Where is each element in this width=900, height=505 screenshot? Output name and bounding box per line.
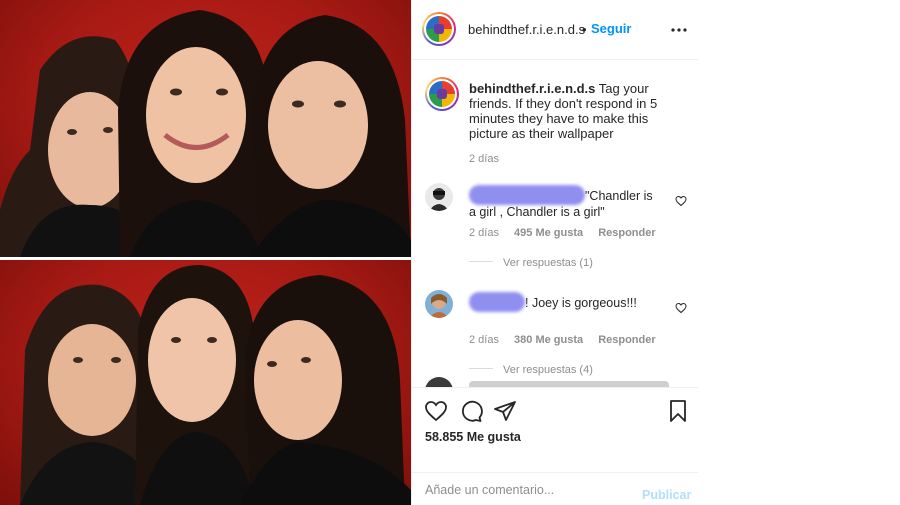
post-actions: 58.855 Me gusta [411, 387, 698, 473]
post-sidebar: behindthef.r.i.e.n.d.s • Seguir behindth… [411, 0, 698, 505]
caption-username[interactable]: behindthef.r.i.e.n.d.s [469, 81, 595, 96]
author-username[interactable]: behindthef.r.i.e.n.d.s [468, 22, 585, 37]
author-avatar[interactable] [422, 12, 456, 46]
add-comment-bar: Publicar [411, 472, 698, 505]
more-horizontal-icon[interactable] [669, 20, 689, 40]
reply-button[interactable]: Responder [598, 334, 655, 346]
view-replies-label: Ver respuestas (1) [503, 257, 593, 269]
comment-meta: 2 días 495 Me gusta Responder [469, 227, 668, 239]
follow-button[interactable]: Seguir [591, 21, 631, 36]
like-heart-icon[interactable] [424, 399, 448, 423]
comment-body: "Chandler is a girl , Chandler is a girl… [469, 185, 659, 220]
caption-timestamp[interactable]: 2 días [469, 153, 499, 165]
comment-item: "Chandler is a girl , Chandler is a girl… [425, 183, 690, 269]
view-replies-label: Ver respuestas (4) [503, 364, 593, 376]
replies-divider-line [469, 368, 493, 369]
comment-like-count[interactable]: 380 Me gusta [514, 334, 583, 346]
comment-timestamp[interactable]: 2 días [469, 227, 499, 239]
comment-timestamp[interactable]: 2 días [469, 334, 499, 346]
post-like-count[interactable]: 58.855 Me gusta [425, 430, 521, 444]
commenter-avatar[interactable] [425, 183, 453, 211]
post-header: behindthef.r.i.e.n.d.s • Seguir [411, 0, 698, 60]
comment-text: ! Joey is gorgeous!!! [525, 296, 637, 310]
view-replies-button[interactable]: Ver respuestas (1) [469, 257, 593, 269]
photo-panel-bottom [0, 260, 411, 505]
comment-item-clipped [425, 377, 685, 387]
comment-body: ! Joey is gorgeous!!! [469, 292, 659, 312]
sidebar-divider [411, 0, 412, 505]
replies-divider-line [469, 261, 493, 262]
photo-panel-top [0, 0, 411, 257]
comment-meta: 2 días 380 Me gusta Responder [469, 334, 668, 346]
comments-list[interactable]: behindthef.r.i.e.n.d.s Tag your friends.… [411, 61, 698, 387]
view-replies-button[interactable]: Ver respuestas (4) [469, 364, 593, 376]
publish-button[interactable]: Publicar [642, 488, 691, 502]
header-separator: • [582, 22, 587, 37]
redacted-username [469, 292, 525, 312]
post-photo[interactable] [0, 0, 411, 505]
comment-bubble-icon[interactable] [459, 399, 483, 423]
comment-like-count[interactable]: 495 Me gusta [514, 227, 583, 239]
comment-input[interactable] [425, 483, 625, 497]
comment-like-heart-icon[interactable] [675, 195, 687, 207]
commenter-avatar[interactable] [425, 290, 453, 318]
save-bookmark-icon[interactable] [666, 399, 690, 423]
caption-author-avatar[interactable] [425, 77, 459, 111]
reply-button[interactable]: Responder [598, 227, 655, 239]
comment-like-heart-icon[interactable] [675, 302, 687, 314]
caption-text-block: behindthef.r.i.e.n.d.s Tag your friends.… [469, 81, 689, 141]
comment-item: ! Joey is gorgeous!!! 2 días 380 Me gust… [425, 290, 690, 376]
share-paper-plane-icon[interactable] [493, 399, 517, 423]
redacted-username [469, 185, 585, 205]
